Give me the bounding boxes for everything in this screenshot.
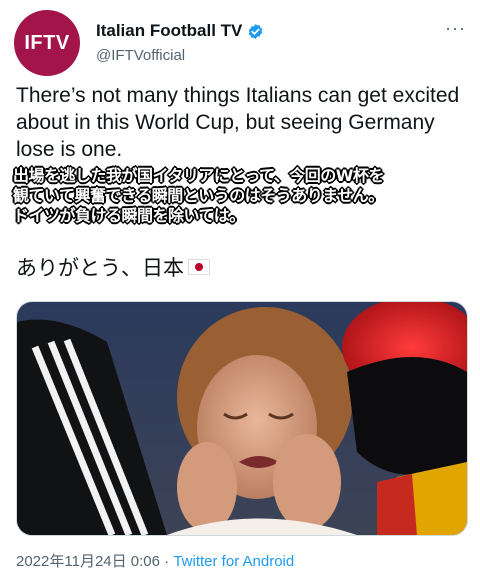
tweet-media-photo[interactable] [16,301,468,536]
japan-flag-icon [188,259,210,275]
thanks-line: ありがとう、日本 [16,252,210,282]
display-name[interactable]: Italian Football TV [96,21,242,41]
name-row: Italian Football TV [96,21,264,41]
tweet-footer: 2022年11月24日 0:06 · Twitter for Android [16,550,294,571]
translation-overlay: 出場を逃した我が国イタリアにとって、今回のW杯を 観ていて興奮できる瞬間というの… [13,166,478,226]
footer-separator: · [164,553,170,570]
translation-line: 出場を逃した我が国イタリアにとって、今回のW杯を [13,166,384,185]
translation-line: 観ていて興奮できる瞬間というのはそうありません。 [13,186,384,205]
verified-badge-icon [249,23,263,39]
user-handle[interactable]: @IFTVofficial [96,47,185,64]
tweet-timestamp[interactable]: 2022年11月24日 0:06 [16,553,160,570]
avatar-text: IFTV [24,31,70,54]
tweet-source-link[interactable]: Twitter for Android [173,553,294,570]
translation-line: ドイツが負ける瞬間を除いては。 [13,206,245,225]
thanks-text: ありがとう、日本 [16,256,184,280]
crying-fan-photo [17,302,467,535]
avatar[interactable]: IFTV [14,10,80,76]
more-options-icon[interactable]: ··· [445,18,466,39]
tweet-text: There’s not many things Italians can get… [16,84,460,161]
